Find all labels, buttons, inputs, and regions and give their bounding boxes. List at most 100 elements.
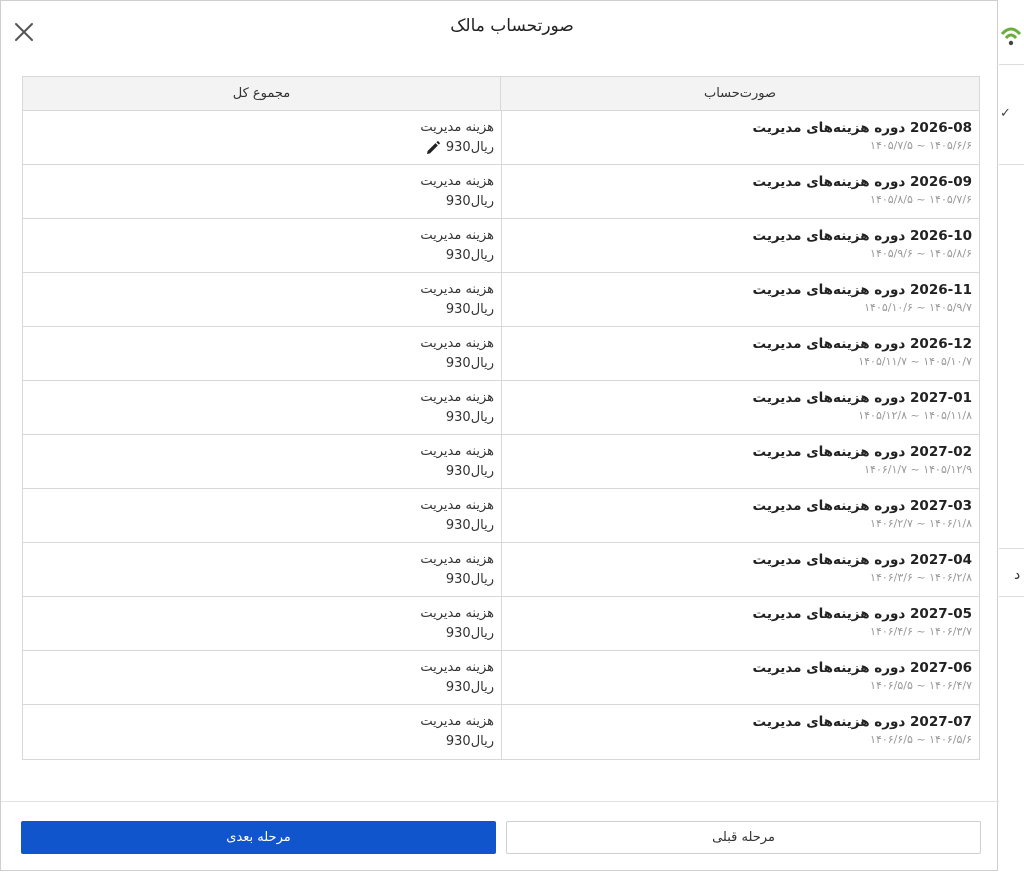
next-step-button[interactable]: مرحله بعدی	[21, 821, 496, 854]
table-row: 2026-11 دوره هزینه‌های مدیریت ۱۴۰۵/۹/۷ ~ …	[23, 273, 979, 327]
background-divider	[999, 548, 1024, 549]
table-row: 2026-10 دوره هزینه‌های مدیریت ۱۴۰۵/۸/۶ ~ …	[23, 219, 979, 273]
invoice-date-range: ۱۴۰۵/۱۰/۷ ~ ۱۴۰۵/۱۱/۷	[858, 355, 972, 368]
invoice-date-range: ۱۴۰۶/۲/۸ ~ ۱۴۰۶/۳/۶	[870, 571, 972, 584]
invoice-title: 2027-07 دوره هزینه‌های مدیریت	[752, 714, 972, 730]
invoice-date-range: ۱۴۰۵/۱۱/۸ ~ ۱۴۰۵/۱۲/۸	[858, 409, 972, 422]
table-header: صورت‌حساب مجموع کل	[23, 77, 979, 111]
invoice-title: 2027-01 دوره هزینه‌های مدیریت	[752, 390, 972, 406]
fee-amount-row: ریال930	[23, 571, 494, 589]
table-row: 2027-05 دوره هزینه‌های مدیریت ۱۴۰۶/۳/۷ ~ …	[23, 597, 979, 651]
dialog-title: صورتحساب مالک	[450, 16, 574, 36]
invoice-title: 2027-02 دوره هزینه‌های مدیریت	[752, 444, 972, 460]
fee-label: هزینه مدیریت	[420, 282, 494, 297]
fee-label: هزینه مدیریت	[420, 336, 494, 351]
fee-amount: ریال930	[445, 248, 494, 263]
fee-amount-row: ریال930	[23, 679, 494, 697]
invoice-cell: 2027-01 دوره هزینه‌های مدیریت ۱۴۰۵/۱۱/۸ ~…	[501, 381, 979, 434]
invoice-date-range: ۱۴۰۶/۴/۷ ~ ۱۴۰۶/۵/۵	[870, 679, 972, 692]
table-row: 2026-09 دوره هزینه‌های مدیریت ۱۴۰۵/۷/۶ ~ …	[23, 165, 979, 219]
total-cell: هزینه مدیریت ریال930	[23, 273, 501, 326]
header-invoice: صورت‌حساب	[500, 77, 979, 110]
invoice-cell: 2027-02 دوره هزینه‌های مدیریت ۱۴۰۵/۱۲/۹ ~…	[501, 435, 979, 488]
invoice-date-range: ۱۴۰۶/۳/۷ ~ ۱۴۰۶/۴/۶	[870, 625, 972, 638]
fee-amount-row: ریال930	[23, 355, 494, 373]
invoice-cell: 2026-12 دوره هزینه‌های مدیریت ۱۴۰۵/۱۰/۷ ~…	[501, 327, 979, 380]
fee-label: هزینه مدیریت	[420, 120, 494, 135]
pencil-icon[interactable]	[426, 141, 440, 155]
invoice-date-range: ۱۴۰۵/۹/۷ ~ ۱۴۰۵/۱۰/۶	[864, 301, 972, 314]
table-row: 2027-03 دوره هزینه‌های مدیریت ۱۴۰۶/۱/۸ ~ …	[23, 489, 979, 543]
table-row: 2027-07 دوره هزینه‌های مدیریت ۱۴۰۶/۵/۶ ~ …	[23, 705, 979, 759]
fee-label: هزینه مدیریت	[420, 174, 494, 189]
fee-amount-row: ریال930	[23, 625, 494, 643]
invoice-title: 2026-12 دوره هزینه‌های مدیریت	[752, 336, 972, 352]
background-page	[999, 0, 1024, 873]
fee-amount: ریال930	[445, 680, 494, 695]
invoice-cell: 2026-09 دوره هزینه‌های مدیریت ۱۴۰۵/۷/۶ ~ …	[501, 165, 979, 218]
fee-amount-row: ریال930	[23, 247, 494, 265]
total-cell: هزینه مدیریت ریال930	[23, 219, 501, 272]
invoice-date-range: ۱۴۰۵/۸/۶ ~ ۱۴۰۵/۹/۶	[870, 247, 972, 260]
background-text: د	[1014, 567, 1021, 583]
fee-label: هزینه مدیریت	[420, 660, 494, 675]
invoice-date-range: ۱۴۰۵/۱۲/۹ ~ ۱۴۰۶/۱/۷	[864, 463, 972, 476]
invoice-cell: 2026-11 دوره هزینه‌های مدیریت ۱۴۰۵/۹/۷ ~ …	[501, 273, 979, 326]
fee-label: هزینه مدیریت	[420, 228, 494, 243]
previous-step-button[interactable]: مرحله قبلی	[506, 821, 981, 854]
fee-amount-row: ریال930	[23, 517, 494, 535]
fee-amount: ریال930	[445, 464, 494, 479]
fee-label: هزینه مدیریت	[420, 498, 494, 513]
total-cell: هزینه مدیریت ریال930	[23, 165, 501, 218]
invoice-title: 2027-03 دوره هزینه‌های مدیریت	[752, 498, 972, 514]
fee-label: هزینه مدیریت	[420, 444, 494, 459]
invoice-cell: 2027-07 دوره هزینه‌های مدیریت ۱۴۰۶/۵/۶ ~ …	[501, 705, 979, 759]
table-row: 2027-06 دوره هزینه‌های مدیریت ۱۴۰۶/۴/۷ ~ …	[23, 651, 979, 705]
fee-amount-row: ریال930	[23, 301, 494, 319]
invoice-title: 2027-06 دوره هزینه‌های مدیریت	[752, 660, 972, 676]
fee-amount: ریال930	[445, 734, 494, 749]
header-total: مجموع کل	[232, 86, 291, 101]
fee-label: هزینه مدیریت	[420, 552, 494, 567]
fee-amount-row: ریال930	[23, 733, 494, 751]
table-body: 2026-08 دوره هزینه‌های مدیریت ۱۴۰۵/۶/۶ ~ …	[23, 111, 979, 759]
background-divider	[999, 596, 1024, 597]
footer-divider	[1, 801, 999, 802]
invoice-title: 2026-09 دوره هزینه‌های مدیریت	[752, 174, 972, 190]
invoice-cell: 2026-10 دوره هزینه‌های مدیریت ۱۴۰۵/۸/۶ ~ …	[501, 219, 979, 272]
table-row: 2026-12 دوره هزینه‌های مدیریت ۱۴۰۵/۱۰/۷ ~…	[23, 327, 979, 381]
invoice-cell: 2027-03 دوره هزینه‌های مدیریت ۱۴۰۶/۱/۸ ~ …	[501, 489, 979, 542]
fee-amount: ریال930	[445, 626, 494, 641]
background-divider	[999, 64, 1024, 65]
total-cell: هزینه مدیریت ریال930	[23, 327, 501, 380]
invoice-date-range: ۱۴۰۶/۱/۸ ~ ۱۴۰۶/۲/۷	[870, 517, 972, 530]
fee-amount-row: ریال930	[23, 409, 494, 427]
total-cell: هزینه مدیریت ریال930	[23, 489, 501, 542]
invoice-title: 2027-05 دوره هزینه‌های مدیریت	[752, 606, 972, 622]
invoice-cell: 2026-08 دوره هزینه‌های مدیریت ۱۴۰۵/۶/۶ ~ …	[501, 111, 979, 164]
invoice-title: 2027-04 دوره هزینه‌های مدیریت	[752, 552, 972, 568]
fee-label: هزینه مدیریت	[420, 714, 494, 729]
fee-amount: ریال930	[445, 302, 494, 317]
fee-amount-row: ریال930	[23, 139, 494, 157]
invoice-title: 2026-08 دوره هزینه‌های مدیریت	[752, 120, 972, 136]
fee-amount: ریال930	[445, 356, 494, 371]
total-cell: هزینه مدیریت ریال930	[23, 543, 501, 596]
invoice-cell: 2027-06 دوره هزینه‌های مدیریت ۱۴۰۶/۴/۷ ~ …	[501, 651, 979, 704]
invoice-date-range: ۱۴۰۶/۵/۶ ~ ۱۴۰۶/۶/۵	[870, 733, 972, 746]
fee-amount: ریال930	[445, 572, 494, 587]
fee-amount: ریال930	[445, 194, 494, 209]
fee-amount-row: ریال930	[23, 193, 494, 211]
fee-label: هزینه مدیریت	[420, 606, 494, 621]
fee-amount-row: ریال930	[23, 463, 494, 481]
invoice-title: 2026-10 دوره هزینه‌های مدیریت	[752, 228, 972, 244]
invoice-date-range: ۱۴۰۵/۶/۶ ~ ۱۴۰۵/۷/۵	[870, 139, 972, 152]
total-cell: هزینه مدیریت ریال930	[23, 435, 501, 488]
owner-statement-dialog: صورت‌حساب مجموع کل 2026-08 دوره هزینه‌ها…	[0, 0, 999, 871]
total-cell: هزینه مدیریت ریال930	[23, 111, 501, 164]
total-cell: هزینه مدیریت ریال930	[23, 597, 501, 650]
statement-table: صورت‌حساب مجموع کل 2026-08 دوره هزینه‌ها…	[22, 76, 980, 760]
fee-amount: ریال930	[445, 410, 494, 425]
total-cell: هزینه مدیریت ریال930	[23, 705, 501, 759]
total-cell: هزینه مدیریت ریال930	[23, 381, 501, 434]
